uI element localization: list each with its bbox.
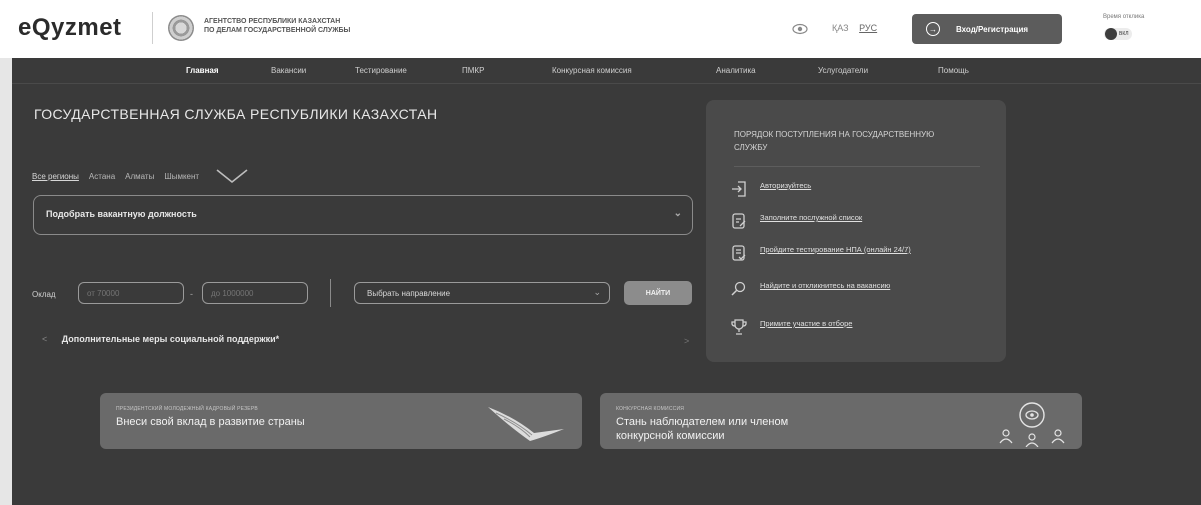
region-filter: Все регионы Астана Алматы Шымкент (32, 167, 249, 185)
trophy-icon (731, 319, 747, 335)
wings-icon (488, 407, 564, 441)
youth-reserve-card[interactable]: ПРЕЗИДЕНТСКИЙ МОЛОДЕЖНЫЙ КАДРОВЫЙ РЕЗЕРВ… (100, 393, 582, 449)
nav-item-testing[interactable]: Тестирование (355, 66, 407, 75)
agency-name-line2: ПО ДЕЛАМ ГОСУДАРСТВЕННОЙ СЛУЖБЫ (204, 27, 351, 34)
step-item[interactable]: Пройдите тестирование НПА (онлайн 24/7) (730, 244, 960, 262)
toggle-knob (1105, 28, 1117, 40)
login-arrow-icon (732, 181, 746, 197)
region-shymkent[interactable]: Шымкент (164, 172, 199, 181)
admission-steps-panel: ПОРЯДОК ПОСТУПЛЕНИЯ НА ГОСУДАРСТВЕННУЮ С… (706, 100, 1006, 362)
carousel-prev-icon[interactable]: < (42, 334, 47, 344)
step-label: Найдите и откликнитесь на вакансию (760, 281, 891, 290)
nav-item-commission[interactable]: Конкурсная комиссия (552, 66, 632, 75)
card-title-line2: конкурсной комиссии (616, 430, 725, 442)
step-label: Заполните послужной список (760, 213, 863, 222)
card-title-line1: Стань наблюдателем или членом (616, 416, 789, 428)
direction-select[interactable]: Выбрать направление ⌄ (354, 282, 610, 304)
eye-icon[interactable] (792, 23, 808, 35)
top-header: eQyzmet АГЕНТСТВО РЕСПУБЛИКИ КАЗАХСТАН П… (0, 0, 1201, 58)
steps-divider (734, 166, 980, 167)
search-vacancy-icon (731, 281, 746, 296)
card-title: Внеси свой вклад в развитие страны (116, 416, 305, 428)
step-label: Примите участие в отборе (760, 319, 853, 328)
nav-item-providers[interactable]: Услугодатели (818, 66, 868, 75)
direction-select-label: Выбрать направление (367, 289, 451, 298)
card-category: ПРЕЗИДЕНТСКИЙ МОЛОДЕЖНЫЙ КАДРОВЫЙ РЕЗЕРВ (116, 406, 258, 412)
page-title: ГОСУДАРСТВЕННАЯ СЛУЖБА РЕСПУБЛИКИ КАЗАХС… (34, 106, 438, 122)
step-item[interactable]: Заполните послужной список (730, 212, 960, 230)
nav-item-pmkr[interactable]: ПМКР (462, 66, 484, 75)
lang-kz[interactable]: ҚАЗ (832, 23, 849, 33)
salary-to-input[interactable] (202, 282, 308, 304)
support-text[interactable]: Дополнительные меры социальной поддержки… (62, 334, 279, 344)
salary-dash: - (190, 289, 193, 299)
login-arrow-icon: → (926, 22, 940, 36)
vacancy-select[interactable]: Подобрать вакантную должность ⌄ (33, 195, 693, 235)
agency-name-line1: АГЕНТСТВО РЕСПУБЛИКИ КАЗАХСТАН (204, 18, 341, 25)
form-edit-icon (732, 213, 746, 229)
region-all[interactable]: Все регионы (32, 172, 79, 181)
steps-title: ПОРЯДОК ПОСТУПЛЕНИЯ НА ГОСУДАРСТВЕННУЮ С… (734, 130, 935, 152)
session-label: Время отклика (1103, 14, 1145, 20)
card-category: КОНКУРСНАЯ КОМИССИЯ (616, 406, 685, 412)
step-item[interactable]: Авторизуйтесь (730, 180, 960, 198)
main-nav: Главная Вакансии Тестирование ПМКР Конку… (12, 58, 1201, 84)
chevron-down-icon[interactable] (215, 167, 249, 185)
session-toggle[interactable]: ВКЛ (1104, 28, 1132, 40)
support-carousel: < Дополнительные меры социальной поддерж… (42, 334, 279, 344)
nav-item-vacancies[interactable]: Вакансии (271, 66, 306, 75)
commission-card[interactable]: КОНКУРСНАЯ КОМИССИЯ Стань наблюдателем и… (600, 393, 1082, 449)
test-doc-icon (732, 245, 746, 261)
nav-item-help[interactable]: Помощь (938, 66, 969, 75)
step-item[interactable]: Примите участие в отборе (730, 318, 960, 336)
vacancy-select-label: Подобрать вакантную должность (46, 209, 197, 219)
login-register-label: Вход/Регистрация (956, 24, 1029, 34)
find-button[interactable]: НАЙТИ (624, 281, 692, 305)
toggle-state: ВКЛ (1119, 31, 1129, 37)
step-label: Пройдите тестирование НПА (онлайн 24/7) (760, 245, 911, 254)
login-register-button[interactable]: → Вход/Регистрация (912, 14, 1062, 44)
filter-separator (330, 279, 331, 307)
salary-from-input[interactable] (78, 282, 184, 304)
step-label: Авторизуйтесь (760, 181, 812, 190)
site-logo[interactable]: eQyzmet (18, 14, 122, 42)
carousel-next-icon[interactable]: > (684, 336, 689, 346)
main-area: Главная Вакансии Тестирование ПМКР Конку… (12, 58, 1201, 505)
logo-divider (152, 12, 153, 44)
lang-ru[interactable]: РУС (859, 23, 877, 33)
chevron-down-icon: ⌄ (593, 287, 601, 297)
chevron-down-icon: ⌄ (673, 208, 682, 219)
region-astana[interactable]: Астана (89, 172, 115, 181)
nav-item-analytics[interactable]: Аналитика (716, 66, 756, 75)
nav-item-home[interactable]: Главная (186, 66, 219, 75)
region-almaty[interactable]: Алматы (125, 172, 154, 181)
agency-emblem-icon (168, 15, 194, 41)
card-title: Стань наблюдателем или членом конкурсной… (616, 415, 788, 443)
agency-name: АГЕНТСТВО РЕСПУБЛИКИ КАЗАХСТАН ПО ДЕЛАМ … (204, 17, 434, 35)
observers-icon (999, 402, 1065, 447)
salary-label: Оклад (32, 290, 56, 299)
language-switcher: ҚАЗ РУС (832, 23, 877, 33)
step-item[interactable]: Найдите и откликнитесь на вакансию (730, 280, 960, 298)
